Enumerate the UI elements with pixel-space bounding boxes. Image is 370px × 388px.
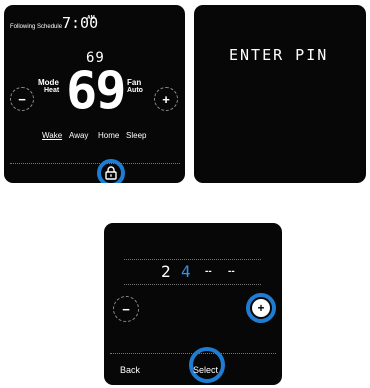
- period-away[interactable]: Away: [69, 131, 88, 140]
- period-sleep[interactable]: Sleep: [126, 131, 146, 140]
- plus-icon: +: [162, 91, 170, 107]
- mode-label: Mode: [38, 78, 59, 87]
- select-button[interactable]: Select: [193, 365, 218, 375]
- back-button[interactable]: Back: [120, 365, 140, 375]
- pin-digit-3: --: [205, 266, 212, 277]
- mode-value[interactable]: Heat: [44, 87, 59, 94]
- enter-pin-text: ENTER PIN: [229, 46, 329, 64]
- decrease-button[interactable]: −: [113, 296, 139, 322]
- lock-icon: [105, 166, 117, 180]
- divider: [10, 163, 180, 164]
- clock-am-pm: AM: [87, 15, 95, 21]
- pin-digit-4: --: [228, 266, 235, 277]
- period-home[interactable]: Home: [98, 131, 119, 140]
- pin-prompt-screen: ENTER PIN: [194, 5, 366, 183]
- increase-button[interactable]: +: [252, 299, 270, 317]
- pin-digit-2: 4: [181, 262, 192, 281]
- increase-button[interactable]: +: [154, 87, 178, 111]
- minus-icon: −: [122, 301, 130, 317]
- plus-icon: +: [257, 301, 265, 315]
- schedule-status: Following Schedule: [10, 24, 63, 30]
- thermostat-home-screen: Following Schedule 7:00 AM 69 − Mode Hea…: [4, 5, 185, 183]
- fan-label: Fan: [127, 78, 142, 87]
- pin-entry-screen: 2 4 -- -- − + Back Select: [104, 223, 282, 385]
- pin-divider-bottom: [124, 284, 261, 285]
- pin-divider-top: [124, 259, 261, 260]
- minus-icon: −: [18, 91, 26, 107]
- fan-value[interactable]: Auto: [127, 87, 143, 94]
- lock-button[interactable]: [103, 165, 119, 181]
- current-temperature: 69: [66, 61, 127, 121]
- period-wake[interactable]: Wake: [42, 131, 62, 140]
- pin-digit-1: 2: [161, 262, 172, 281]
- decrease-button[interactable]: −: [10, 87, 34, 111]
